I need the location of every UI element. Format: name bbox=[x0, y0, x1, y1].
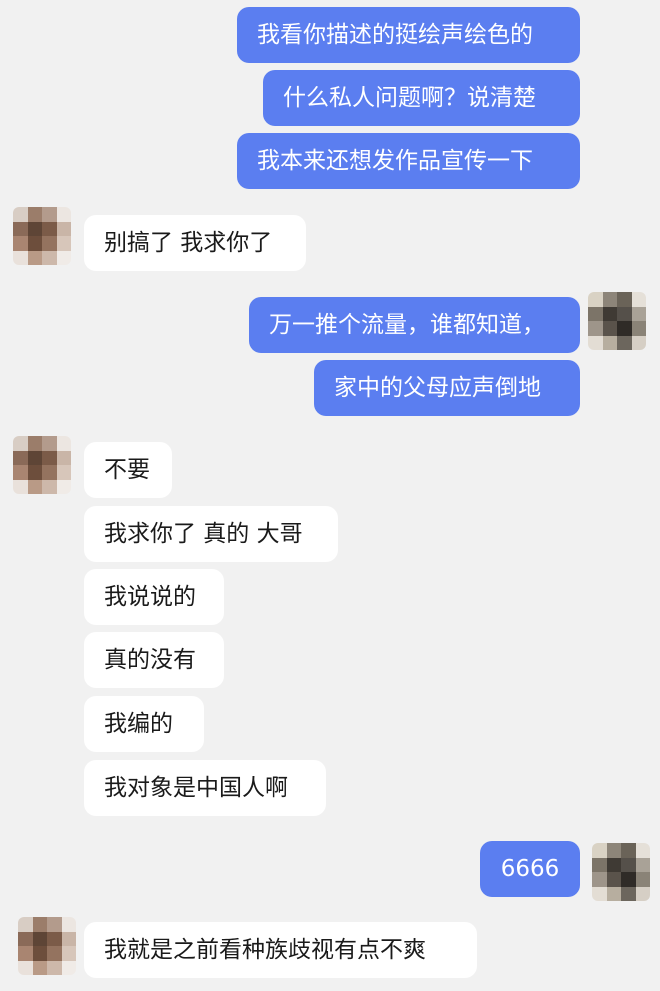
incoming-message-bubble[interactable]: 我就是之前看种族歧视有点不爽 bbox=[84, 922, 477, 978]
own-avatar-icon[interactable] bbox=[592, 843, 650, 901]
outgoing-message-bubble[interactable]: 我看你描述的挺绘声绘色的 bbox=[237, 7, 580, 63]
contact-avatar-icon[interactable] bbox=[13, 207, 71, 265]
own-avatar-icon[interactable] bbox=[588, 292, 646, 350]
outgoing-message-bubble[interactable]: 6666 bbox=[480, 841, 580, 897]
incoming-message-bubble[interactable]: 真的没有 bbox=[84, 632, 224, 688]
incoming-message-bubble[interactable]: 我对象是中国人啊 bbox=[84, 760, 326, 816]
outgoing-message-bubble[interactable]: 什么私人问题啊？说清楚 bbox=[263, 70, 580, 126]
contact-avatar-icon[interactable] bbox=[18, 917, 76, 975]
contact-avatar-icon[interactable] bbox=[13, 436, 71, 494]
incoming-message-bubble[interactable]: 别搞了 我求你了 bbox=[84, 215, 306, 271]
outgoing-message-bubble[interactable]: 家中的父母应声倒地 bbox=[314, 360, 580, 416]
outgoing-message-bubble[interactable]: 万一推个流量，谁都知道， bbox=[249, 297, 580, 353]
chat-thread[interactable]: 我看你描述的挺绘声绘色的 什么私人问题啊？说清楚 我本来还想发作品宣传一下 别搞… bbox=[0, 0, 660, 991]
incoming-message-bubble[interactable]: 我说说的 bbox=[84, 569, 224, 625]
incoming-message-bubble[interactable]: 我编的 bbox=[84, 696, 204, 752]
incoming-message-bubble[interactable]: 我求你了 真的 大哥 bbox=[84, 506, 338, 562]
incoming-message-bubble[interactable]: 不要 bbox=[84, 442, 172, 498]
outgoing-message-bubble[interactable]: 我本来还想发作品宣传一下 bbox=[237, 133, 580, 189]
